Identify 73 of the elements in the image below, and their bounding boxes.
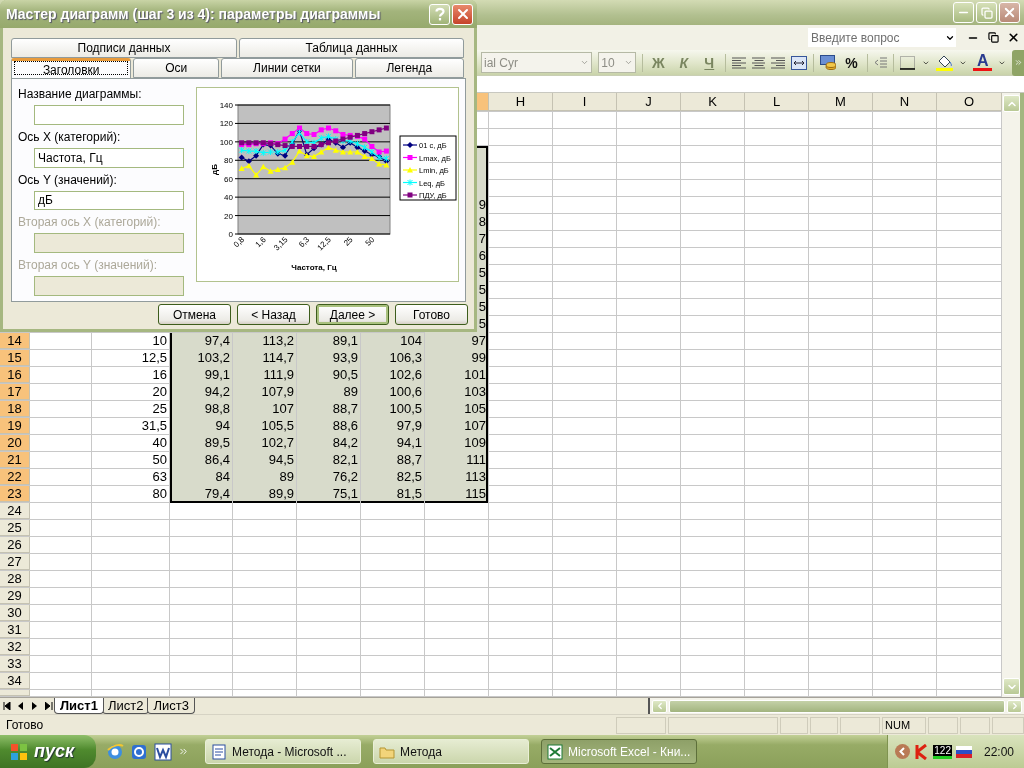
axis-tick-label: 25 [341,235,355,248]
table-cell: 88,7 [361,452,425,469]
table-cell: 88,6 [297,418,361,435]
table-cell: 84,2 [297,435,361,452]
table-cell: 101 [425,367,489,384]
table-cell: 113 [425,469,489,486]
table-cell: 97 [425,333,489,350]
field-label: Ось Y (значений): [18,172,118,189]
field-label: Вторая ось Y (значений): [18,258,159,275]
axis-tick-label: 60 [224,174,233,184]
table-cell: 99 [425,350,489,367]
table-cell: 89,9 [233,486,297,503]
table-cell: 82,5 [361,469,425,486]
axis-tick-label: 80 [224,156,233,166]
table-cell: 105 [425,401,489,418]
status-text: Готово [6,718,44,732]
axis-tick-label: 100 [219,137,233,147]
table-cell: 114,7 [233,350,297,367]
field-label: Ось X (категорий): [18,129,122,146]
table-cell: 107 [425,418,489,435]
table-cell: 104 [361,333,425,350]
table-cell: 94,1 [361,435,425,452]
table-cell: 97,9 [361,418,425,435]
table-cell: 93,9 [297,350,361,367]
table-cell: 102,7 [233,435,297,452]
table-cell: 89,5 [170,435,233,452]
table-cell: 111 [425,452,489,469]
table-cell: 103,2 [170,350,233,367]
axis-tick-label: 140 [219,101,233,110]
field-label: Название диаграммы: [18,87,143,103]
window-title: Мастер диаграмм (шаг 3 из 4): параметры диаграммы [6,6,381,22]
table-cell: 90,5 [297,367,361,384]
table-cell: 111,9 [233,367,297,384]
table-cell: 82,1 [297,452,361,469]
table-cell: 94,5 [233,452,297,469]
table-cell: 89 [297,384,361,401]
table-cell: 100,5 [361,401,425,418]
clock: 22:00 [983,744,1014,759]
axis-title: Частота, Гц [291,263,337,272]
table-cell: 94,2 [170,384,233,401]
table-cell: 98,8 [170,401,233,418]
table-cell: 84 [170,469,233,486]
table-cell: 107,9 [233,384,297,401]
axis-tick-label: 1,6 [253,235,268,250]
axis-tick-label: 120 [219,119,233,129]
table-cell: 102,6 [361,367,425,384]
table-cell: 105,5 [233,418,297,435]
axis-tick-label: 50 [363,235,377,248]
status-indicator: NUM [882,716,926,734]
table-cell: 88,7 [297,401,361,418]
axis-tick-label: 20 [224,211,233,221]
table-cell: 86,4 [170,452,233,469]
table-cell: 103 [425,384,489,401]
table-cell: 89 [233,469,297,486]
table-cell: 115 [425,486,489,503]
table-cell: 99,1 [170,367,233,384]
field-label: Вторая ось X (категорий): [18,215,162,232]
table-cell: 106,3 [361,350,425,367]
axis-tick-label: 6,3 [296,235,312,250]
table-cell: 81,5 [361,486,425,503]
axis-tick-label: 0 [228,230,233,239]
axis-tick-label: 40 [224,193,233,203]
table-cell: 97,4 [170,333,233,350]
table-cell: 107 [233,401,297,418]
table-cell: 76,2 [297,469,361,486]
table-cell: 79,4 [170,486,233,503]
table-cell: 113,2 [233,333,297,350]
table-cell: 100,6 [361,384,425,401]
axis-title: дБ [210,164,219,175]
table-cell: 89,1 [297,333,361,350]
table-cell: 94 [170,418,233,435]
table-cell: 75,1 [297,486,361,503]
table-cell: 109 [425,435,489,452]
